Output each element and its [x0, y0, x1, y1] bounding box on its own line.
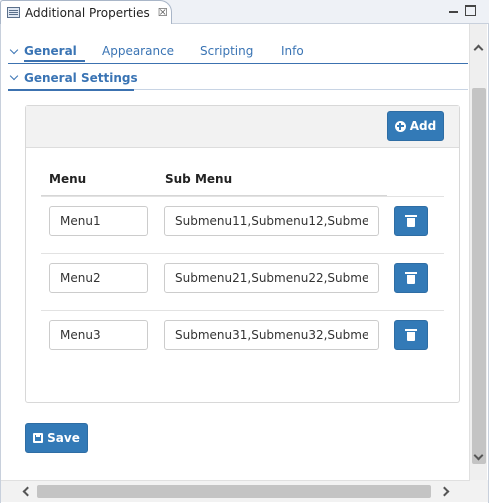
- plus-circle-icon: [394, 120, 406, 132]
- column-header-menu: Menu: [49, 172, 87, 186]
- general-settings-section[interactable]: General Settings: [8, 70, 468, 91]
- trash-icon: [405, 329, 417, 341]
- menu-name-input[interactable]: [49, 320, 148, 350]
- properties-view-icon: [7, 7, 20, 18]
- view-tab-additional-properties[interactable]: Additional Properties ☒: [0, 0, 172, 24]
- row-divider: [41, 253, 444, 254]
- menu-editor-panel: Add Menu Sub Menu: [25, 105, 460, 403]
- delete-row-button[interactable]: [394, 206, 428, 236]
- submenu-input[interactable]: [164, 320, 379, 350]
- scrollbar-corner: [470, 480, 488, 502]
- tab-general[interactable]: General: [24, 44, 85, 62]
- delete-row-button[interactable]: [394, 263, 428, 293]
- trash-icon: [405, 215, 417, 227]
- tab-appearance[interactable]: Appearance: [102, 44, 174, 58]
- vertical-scrollbar[interactable]: [469, 24, 487, 480]
- tab-info[interactable]: Info: [281, 44, 304, 58]
- submenu-input[interactable]: [164, 206, 379, 236]
- chevron-down-icon[interactable]: [9, 45, 19, 55]
- row-divider: [41, 196, 444, 197]
- save-button[interactable]: Save: [25, 423, 88, 453]
- delete-row-button[interactable]: [394, 320, 428, 350]
- floppy-disk-icon: [33, 433, 44, 443]
- column-header-sub-menu: Sub Menu: [165, 172, 233, 186]
- horizontal-scrollbar[interactable]: [1, 480, 470, 502]
- section-title: General Settings: [24, 71, 138, 85]
- scroll-left-icon[interactable]: [22, 486, 33, 497]
- view-tab-bar: Additional Properties ☒: [0, 0, 489, 24]
- scroll-right-icon[interactable]: [439, 486, 450, 497]
- trash-icon: [405, 272, 417, 284]
- close-icon[interactable]: ☒: [158, 6, 168, 19]
- maximize-icon[interactable]: [465, 5, 476, 16]
- minimize-icon[interactable]: [448, 5, 459, 16]
- horizontal-scroll-thumb[interactable]: [37, 485, 431, 498]
- properties-tabs: General Appearance Scripting Info: [8, 44, 468, 64]
- menu-name-input[interactable]: [49, 206, 148, 236]
- add-button-label: Add: [409, 119, 437, 133]
- save-button-label: Save: [47, 431, 80, 445]
- panel-header: Add: [26, 106, 459, 148]
- row-divider: [41, 310, 444, 311]
- view-title: Additional Properties: [25, 5, 150, 20]
- section-underline: [8, 89, 134, 91]
- submenu-input[interactable]: [164, 263, 379, 293]
- scroll-up-icon[interactable]: [473, 44, 484, 55]
- vertical-scroll-thumb[interactable]: [472, 88, 486, 464]
- tab-scripting[interactable]: Scripting: [200, 44, 253, 58]
- menu-name-input[interactable]: [49, 263, 148, 293]
- add-button[interactable]: Add: [387, 111, 444, 141]
- chevron-down-icon[interactable]: [9, 71, 19, 81]
